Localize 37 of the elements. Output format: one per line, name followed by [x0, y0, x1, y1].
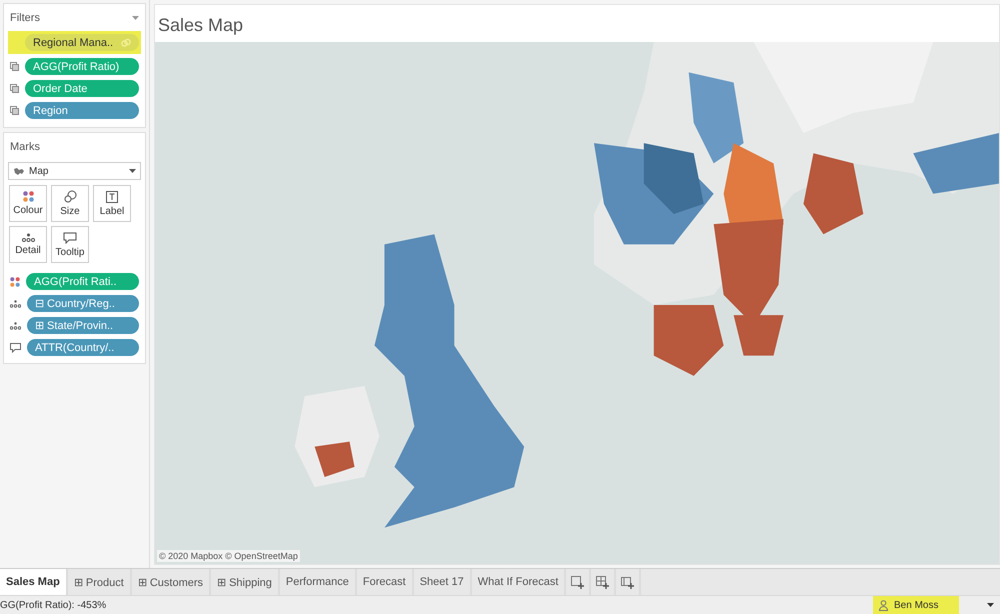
- dots-icon: [10, 322, 21, 330]
- label-button[interactable]: Label: [93, 185, 131, 222]
- filters-title: Filters: [10, 12, 40, 24]
- speech-bubble-icon: [10, 342, 21, 352]
- mark-type-dropdown[interactable]: Map: [8, 162, 141, 180]
- sheet-tab[interactable]: Sales Map: [0, 569, 68, 595]
- dots-icon: [22, 233, 34, 242]
- filter-icon: [10, 62, 19, 71]
- colour-button[interactable]: Colour: [9, 185, 47, 222]
- filter-pill[interactable]: Region: [25, 102, 139, 119]
- filter-icon: [10, 84, 19, 93]
- field-pill[interactable]: ATTR(Country/..: [27, 339, 139, 356]
- add-sheet-icon: [571, 576, 584, 588]
- sheet-title: Sales Map: [157, 14, 244, 37]
- detail-button[interactable]: Detail: [9, 226, 47, 263]
- size-button[interactable]: Size: [51, 185, 89, 222]
- size-circles-icon: [64, 190, 76, 203]
- marks-title: Marks: [10, 141, 40, 153]
- filter-pill[interactable]: Regional Mana..: [25, 34, 139, 51]
- add-story-icon: [621, 576, 634, 588]
- filter-icon: [10, 106, 19, 115]
- caret-icon[interactable]: [987, 603, 994, 607]
- field-pill[interactable]: ⊟ Country/Reg..: [27, 295, 139, 312]
- tooltip-button[interactable]: Tooltip: [51, 226, 89, 263]
- map-attribution: © 2020 Mapbox © OpenStreetMap: [157, 550, 300, 562]
- status-text: GG(Profit Ratio): -453%: [0, 600, 108, 610]
- text-box-icon: [106, 190, 118, 202]
- map-icon: [13, 166, 25, 176]
- dots-icon: [10, 300, 21, 308]
- user-menu[interactable]: Ben Moss: [873, 596, 959, 614]
- person-icon: [879, 600, 888, 610]
- palette-dots-icon: [10, 276, 20, 286]
- add-grid-icon: [596, 576, 610, 588]
- palette-dots-icon: [22, 191, 34, 202]
- field-pill[interactable]: ⊞ State/Provin..: [27, 317, 139, 334]
- speech-bubble-icon: [63, 232, 77, 244]
- caret-icon: [129, 169, 136, 173]
